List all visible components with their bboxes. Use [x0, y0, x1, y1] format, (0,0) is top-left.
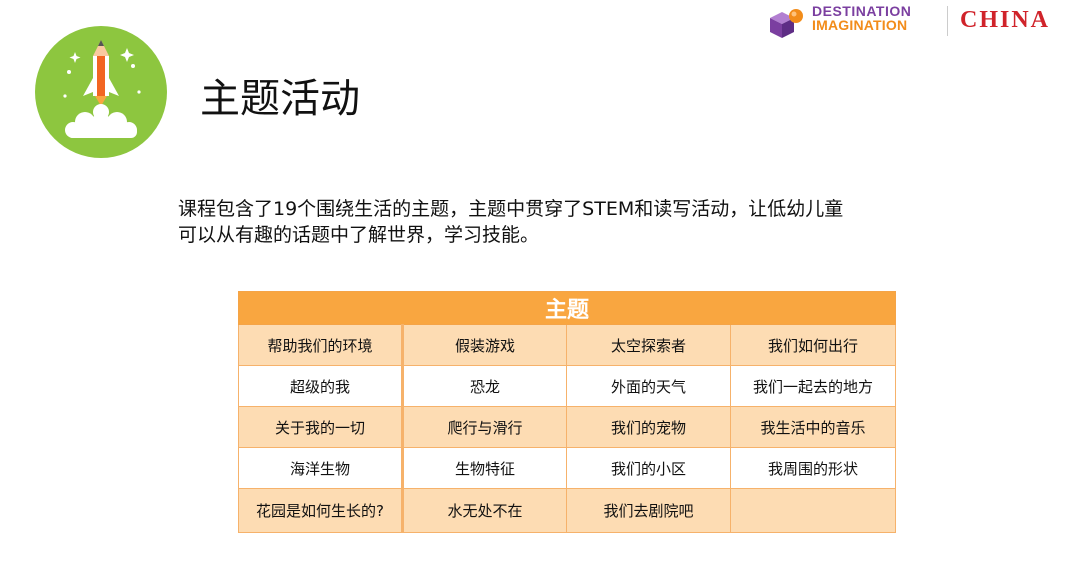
destination-imagination-china-logo: DESTINATION IMAGINATION CHINA — [768, 4, 1068, 40]
table-row: 帮助我们的环境 假装游戏 太空探索者 我们如何出行 — [238, 324, 897, 366]
theme-cell: 爬行与滑行 — [402, 406, 567, 448]
theme-cell: 外面的天气 — [566, 365, 731, 407]
intro-line-2: 可以从有趣的话题中了解世界，学习技能。 — [178, 224, 540, 246]
theme-cell: 帮助我们的环境 — [238, 324, 404, 366]
table-row: 海洋生物 生物特征 我们的小区 我周围的形状 — [238, 447, 897, 489]
theme-cell-empty — [729, 488, 897, 533]
intro-paragraph: 课程包含了19个围绕生活的主题，主题中贯穿了STEM和读写活动，让低幼儿童 可以… — [178, 196, 938, 248]
theme-cell: 水无处不在 — [402, 488, 567, 533]
theme-cell: 我周围的形状 — [729, 447, 897, 489]
theme-cell: 我们如何出行 — [729, 324, 897, 366]
theme-cell: 我们的小区 — [566, 447, 731, 489]
intro-line-1: 课程包含了19个围绕生活的主题，主题中贯穿了STEM和读写活动，让低幼儿童 — [178, 198, 844, 220]
theme-cell: 我们去剧院吧 — [566, 488, 731, 533]
table-row: 关于我的一切 爬行与滑行 我们的宠物 我生活中的音乐 — [238, 406, 897, 448]
logo-cube-icon — [770, 9, 803, 38]
theme-cell: 我们一起去的地方 — [729, 365, 897, 407]
theme-cell: 太空探索者 — [566, 324, 731, 366]
rocket-launch-icon — [35, 26, 167, 158]
theme-cell: 海洋生物 — [238, 447, 404, 489]
table-row: 超级的我 恐龙 外面的天气 我们一起去的地方 — [238, 365, 897, 407]
logo-line-destination: DESTINATION — [812, 3, 912, 19]
theme-cell: 我们的宠物 — [566, 406, 731, 448]
page-title: 主题活动 — [200, 76, 360, 122]
logo-line-imagination: IMAGINATION — [812, 17, 908, 33]
theme-cell: 恐龙 — [402, 365, 567, 407]
theme-cell: 假装游戏 — [402, 324, 567, 366]
logo-wordmark: DESTINATION IMAGINATION — [812, 4, 911, 32]
theme-cell: 我生活中的音乐 — [729, 406, 897, 448]
table-row: 花园是如何生长的? 水无处不在 我们去剧院吧 — [238, 488, 897, 533]
theme-cell: 超级的我 — [238, 365, 404, 407]
themes-table: 主题 帮助我们的环境 假装游戏 太空探索者 我们如何出行 超级的我 恐龙 外面的… — [237, 291, 897, 533]
logo-region: CHINA — [960, 7, 1051, 33]
logo-divider — [947, 6, 948, 36]
themes-table-header: 主题 — [237, 291, 897, 325]
theme-cell: 花园是如何生长的? — [238, 488, 404, 533]
theme-cell: 关于我的一切 — [238, 406, 404, 448]
theme-cell: 生物特征 — [402, 447, 567, 489]
